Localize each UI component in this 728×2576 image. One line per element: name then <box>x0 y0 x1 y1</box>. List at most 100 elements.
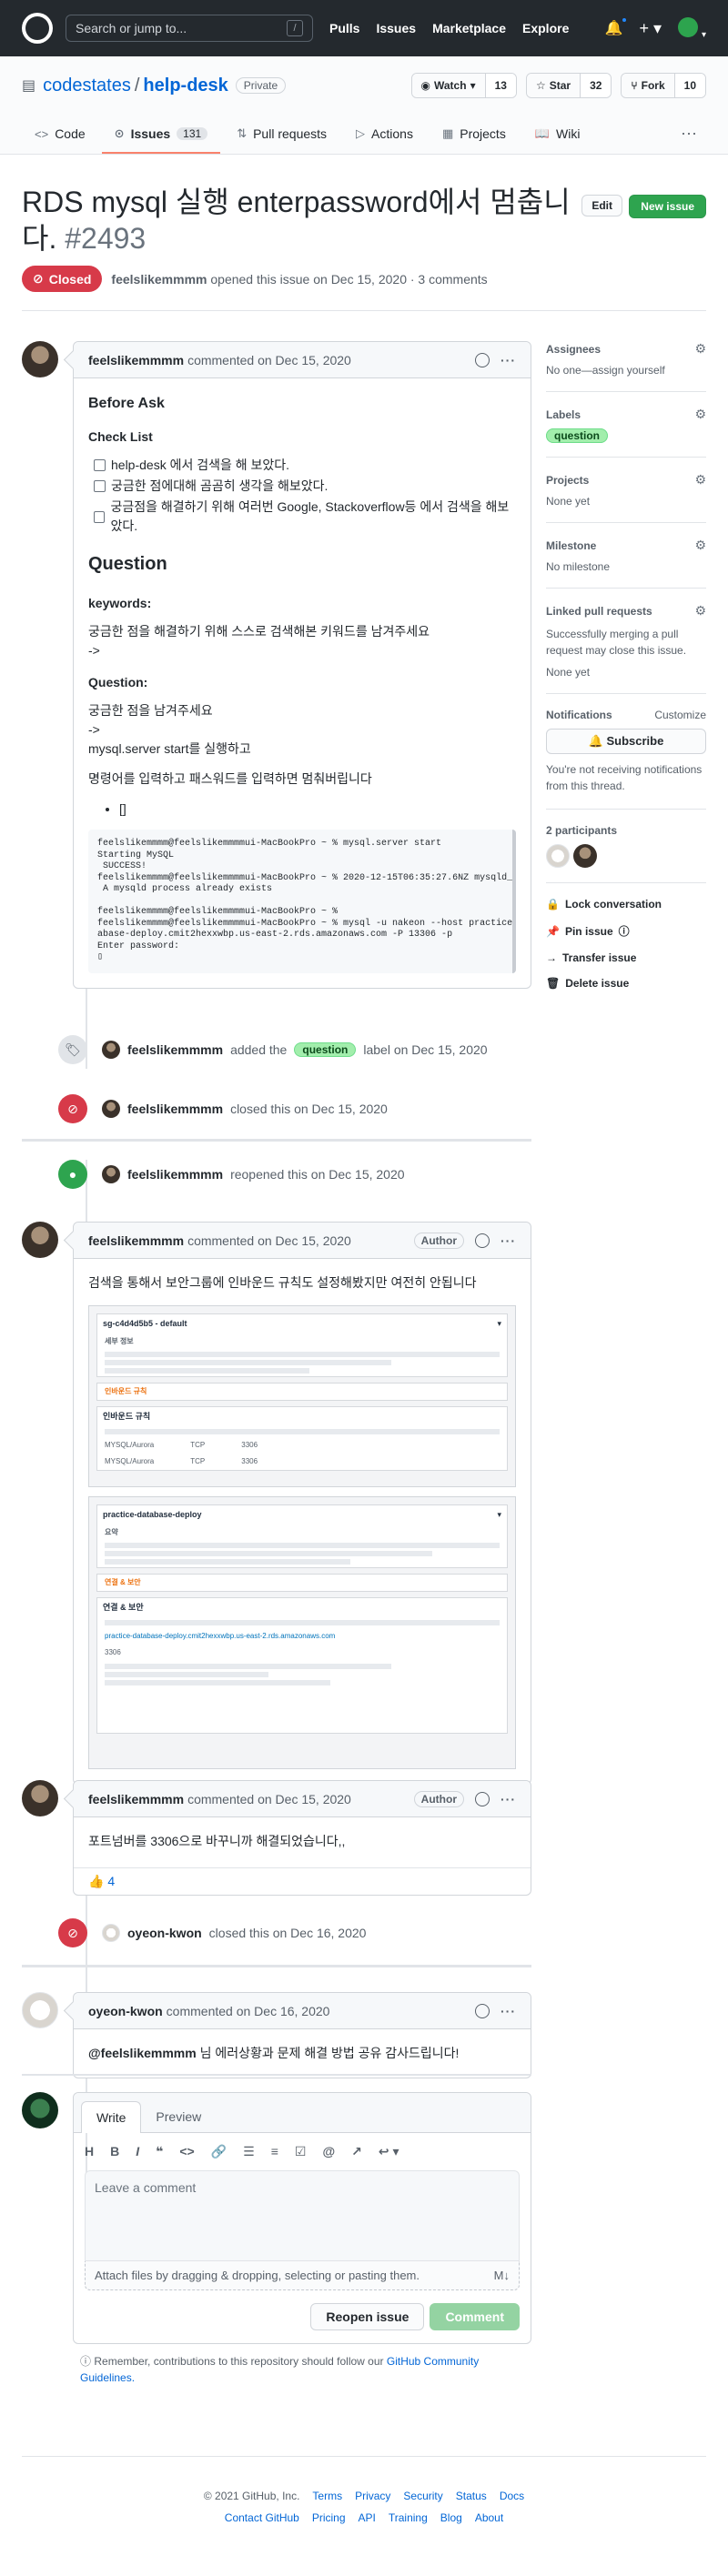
watch-count[interactable]: 13 <box>484 74 516 97</box>
link-icon[interactable]: 🔗 <box>211 2144 227 2159</box>
checkbox[interactable] <box>94 459 106 471</box>
screenshot-image[interactable]: practice-database-deploy ▾ 요약 연결 & 보안 연결 … <box>88 1496 516 1769</box>
fork-button[interactable]: ⑂ Fork 10 <box>621 73 706 98</box>
comment-textarea[interactable]: Leave a comment <box>85 2170 520 2261</box>
quote-icon[interactable]: ❝ <box>156 2144 163 2159</box>
comment-timestamp[interactable]: commented on Dec 16, 2020 <box>167 2004 330 2018</box>
nav-marketplace[interactable]: Marketplace <box>432 21 506 35</box>
footer-link[interactable]: Status <box>456 2490 487 2502</box>
event-actor-link[interactable]: oyeon-kwon <box>127 1926 202 1940</box>
sidebar-heading[interactable]: Projects <box>546 474 589 487</box>
thumbs-up-reaction[interactable]: 👍 4 <box>88 1874 115 1889</box>
avatar[interactable] <box>22 2092 58 2128</box>
comment-timestamp[interactable]: commented on Dec 15, 2020 <box>187 1233 351 1248</box>
sidebar-heading[interactable]: Linked pull requests <box>546 605 652 618</box>
search-input[interactable]: Search or jump to... / <box>66 15 313 42</box>
user-menu[interactable]: ▾ <box>678 16 706 40</box>
avatar[interactable] <box>22 1780 58 1816</box>
user-mention-link[interactable]: @feelslikemmmm <box>88 2046 197 2060</box>
event-actor-link[interactable]: feelslikemmmm <box>127 1102 223 1116</box>
more-icon[interactable]: ··· <box>672 115 706 154</box>
sidebar-heading[interactable]: Milestone <box>546 539 596 552</box>
bell-icon[interactable]: 🔔 <box>605 16 628 37</box>
checkbox[interactable] <box>94 510 106 523</box>
checkbox[interactable] <box>94 480 106 492</box>
comment-timestamp[interactable]: commented on Dec 15, 2020 <box>187 353 351 367</box>
gear-icon[interactable]: ⚙ <box>694 472 706 488</box>
gear-icon[interactable]: ⚙ <box>694 341 706 357</box>
footer-link[interactable]: Privacy <box>355 2490 390 2502</box>
screenshot-image[interactable]: sg-c4d4d5b5 - default ▾ 세부 정보 인바운드 규칙 인바운… <box>88 1305 516 1487</box>
footer-link[interactable]: Pricing <box>312 2511 346 2524</box>
cross-reference-icon[interactable]: ↗ <box>351 2144 362 2159</box>
sidebar-value[interactable]: No one—assign yourself <box>546 364 706 377</box>
numbered-list-icon[interactable]: ≡ <box>271 2144 278 2159</box>
avatar[interactable] <box>102 1041 120 1059</box>
tab-wiki[interactable]: 📖 Wiki <box>522 117 593 154</box>
avatar[interactable] <box>546 844 570 868</box>
event-actor-link[interactable]: feelslikemmmm <box>127 1167 223 1182</box>
kebab-menu-icon[interactable]: ··· <box>500 1233 516 1248</box>
issue-author-link[interactable]: feelslikemmmm <box>111 272 207 287</box>
footer-link[interactable]: Training <box>389 2511 428 2524</box>
gear-icon[interactable]: ⚙ <box>694 603 706 619</box>
transfer-issue-button[interactable]: → Transfer issue <box>546 951 706 964</box>
delete-issue-button[interactable]: 🗑 Delete issue <box>546 977 706 990</box>
label-badge[interactable]: question <box>294 1042 357 1057</box>
footer-link[interactable]: Security <box>403 2490 442 2502</box>
footer-link[interactable]: About <box>475 2511 503 2524</box>
comment-author-link[interactable]: feelslikemmmm <box>88 1792 184 1806</box>
nav-issues[interactable]: Issues <box>376 21 416 35</box>
subscribe-button[interactable]: 🔔 Subscribe <box>546 729 706 754</box>
tab-preview[interactable]: Preview <box>141 2101 216 2132</box>
comment-author-link[interactable]: feelslikemmmm <box>88 1233 184 1248</box>
pin-issue-button[interactable]: 📌 Pin issue ⓘ <box>546 923 706 939</box>
task-list-icon[interactable]: ☑ <box>295 2144 307 2159</box>
comment-author-link[interactable]: feelslikemmmm <box>88 353 184 367</box>
bold-icon[interactable]: B <box>110 2144 119 2159</box>
customize-link[interactable]: Customize <box>654 709 706 721</box>
tab-code[interactable]: <> Code <box>22 117 98 154</box>
avatar[interactable] <box>573 844 597 868</box>
edit-title-button[interactable]: Edit <box>581 195 622 216</box>
kebab-menu-icon[interactable]: ··· <box>500 2004 516 2018</box>
avatar[interactable] <box>102 1924 120 1942</box>
reply-icon[interactable]: ↩ ▾ <box>379 2144 399 2159</box>
tab-pull-requests[interactable]: ⇅ Pull requests <box>224 117 339 154</box>
smiley-icon[interactable] <box>475 1233 490 1248</box>
tab-actions[interactable]: ▷ Actions <box>343 117 426 154</box>
fork-count[interactable]: 10 <box>673 74 705 97</box>
nav-pulls[interactable]: Pulls <box>329 21 359 35</box>
footer-link[interactable]: Docs <box>500 2490 524 2502</box>
gear-icon[interactable]: ⚙ <box>694 407 706 422</box>
reopen-issue-button[interactable]: Reopen issue <box>310 2303 425 2330</box>
smiley-icon[interactable] <box>475 352 490 367</box>
footer-link[interactable]: API <box>359 2511 376 2524</box>
mention-icon[interactable]: @ <box>322 2144 335 2159</box>
nav-explore[interactable]: Explore <box>522 21 569 35</box>
comment-author-link[interactable]: oyeon-kwon <box>88 2004 163 2018</box>
attach-files-area[interactable]: Attach files by dragging & dropping, sel… <box>85 2261 520 2290</box>
label-badge[interactable]: question <box>546 428 608 443</box>
heading-icon[interactable]: H <box>85 2144 94 2159</box>
star-button[interactable]: ☆ Star 32 <box>525 73 612 98</box>
tab-issues[interactable]: ⊙ Issues 131 <box>101 117 221 154</box>
italic-icon[interactable]: I <box>136 2144 139 2159</box>
smiley-icon[interactable] <box>475 2003 490 2018</box>
gear-icon[interactable]: ⚙ <box>694 538 706 553</box>
tab-write[interactable]: Write <box>81 2101 142 2133</box>
smiley-icon[interactable] <box>475 1791 490 1806</box>
tab-projects[interactable]: ▦ Projects <box>430 117 519 154</box>
avatar[interactable] <box>102 1100 120 1118</box>
footer-link[interactable]: Terms <box>312 2490 342 2502</box>
avatar[interactable] <box>102 1165 120 1183</box>
watch-button[interactable]: ◉ Watch ▾ 13 <box>410 73 517 98</box>
repo-owner-link[interactable]: codestates <box>43 75 131 96</box>
avatar[interactable] <box>22 341 58 377</box>
sidebar-heading[interactable]: Labels <box>546 408 581 421</box>
plus-icon[interactable]: + ▾ <box>640 19 662 38</box>
star-count[interactable]: 32 <box>580 74 612 97</box>
footer-link[interactable]: Contact GitHub <box>225 2511 299 2524</box>
code-icon[interactable]: <> <box>179 2144 194 2159</box>
kebab-menu-icon[interactable]: ··· <box>500 1792 516 1806</box>
